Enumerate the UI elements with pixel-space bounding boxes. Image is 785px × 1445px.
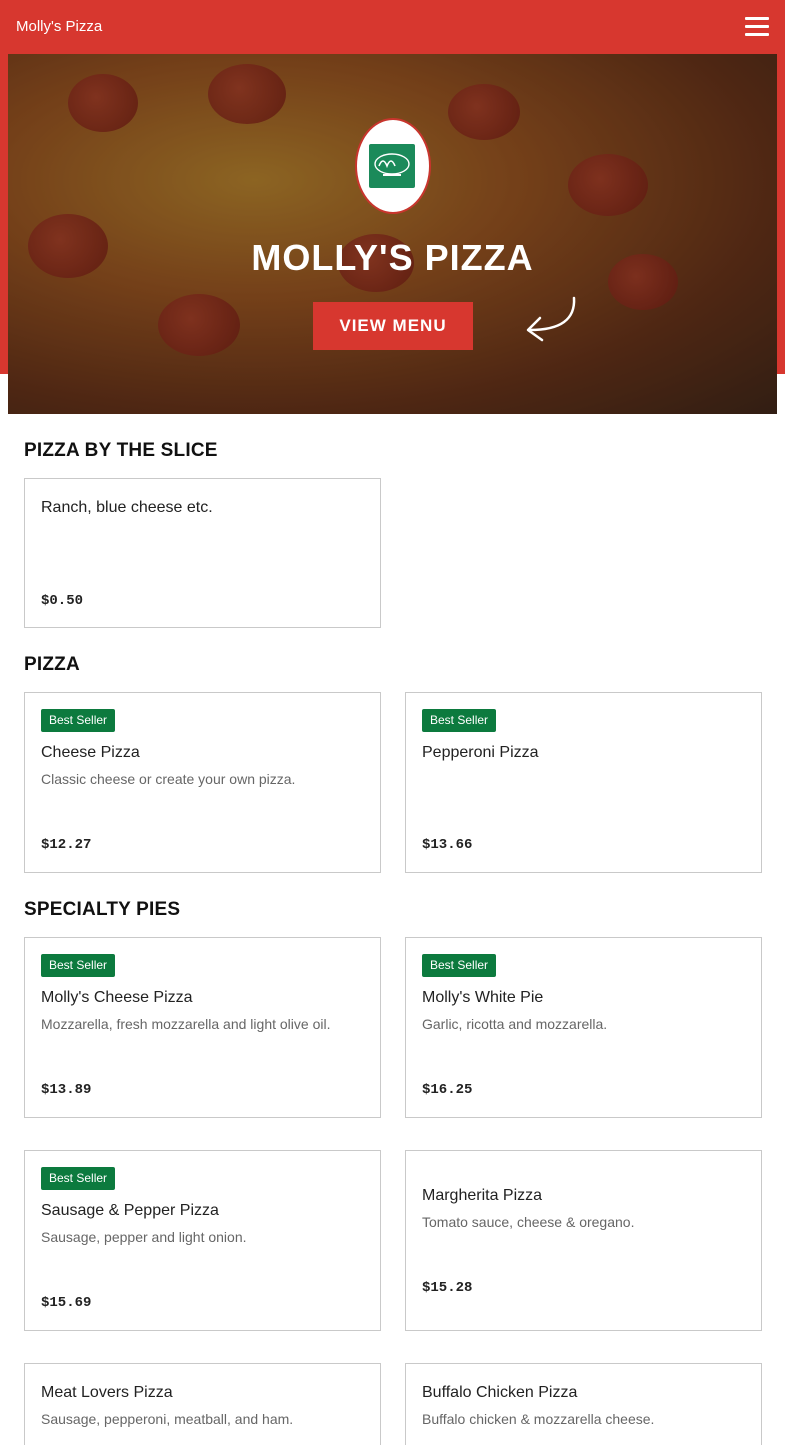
best-seller-badge: Best Seller	[422, 954, 497, 977]
menu-item-card[interactable]: Best Seller Molly's Cheese Pizza Mozzare…	[24, 937, 381, 1118]
curved-arrow-icon	[526, 296, 576, 342]
menu-item-card[interactable]: Ranch, blue cheese etc. $0.50	[24, 478, 381, 628]
item-price: $13.66	[422, 837, 473, 853]
item-description: Sausage, pepperoni, meatball, and ham.	[41, 1411, 294, 1427]
item-name: Margherita Pizza	[422, 1187, 543, 1204]
best-seller-badge: Best Seller	[41, 709, 116, 732]
item-price: $13.89	[41, 1082, 92, 1098]
hamburger-icon[interactable]	[745, 17, 769, 37]
brand-link[interactable]: Molly's Pizza	[16, 18, 102, 35]
item-name: Cheese Pizza	[41, 744, 140, 761]
section-title-slice: PIZZA BY THE SLICE	[24, 440, 218, 461]
item-name: Ranch, blue cheese etc.	[41, 499, 213, 516]
item-price: $15.28	[422, 1280, 473, 1296]
view-menu-button[interactable]: VIEW MENU	[313, 302, 473, 350]
menu-item-card[interactable]: Best Seller Sausage & Pepper Pizza Sausa…	[24, 1150, 381, 1331]
top-nav-bar: Molly's Pizza	[0, 0, 785, 54]
item-name: Buffalo Chicken Pizza	[422, 1384, 578, 1401]
hero-title: MOLLY'S PIZZA	[251, 237, 534, 278]
item-name: Pepperoni Pizza	[422, 744, 539, 761]
item-price: $16.25	[422, 1082, 473, 1098]
item-description: Buffalo chicken & mozzarella cheese.	[422, 1411, 655, 1427]
item-name: Sausage & Pepper Pizza	[41, 1202, 219, 1219]
menu-item-card[interactable]: Meat Lovers Pizza Sausage, pepperoni, me…	[24, 1363, 381, 1445]
item-description: Garlic, ricotta and mozzarella.	[422, 1016, 608, 1032]
item-price: $0.50	[41, 593, 84, 609]
item-description: Tomato sauce, cheese & oregano.	[422, 1214, 635, 1230]
best-seller-badge: Best Seller	[422, 709, 497, 732]
item-name: Molly's White Pie	[422, 989, 544, 1006]
section-title-specialty: SPECIALTY PIES	[24, 899, 181, 920]
item-name: Meat Lovers Pizza	[41, 1384, 173, 1401]
best-seller-badge: Best Seller	[41, 1167, 116, 1190]
item-description: Sausage, pepper and light onion.	[41, 1229, 247, 1245]
item-description: Classic cheese or create your own pizza.	[41, 771, 296, 787]
hero-overlay	[8, 54, 777, 414]
menu-item-card[interactable]: Best Seller Cheese Pizza Classic cheese …	[24, 692, 381, 873]
hero-banner: MOLLY'S PIZZA VIEW MENU	[8, 54, 777, 414]
item-price: $12.27	[41, 837, 92, 853]
item-description: Mozzarella, fresh mozzarella and light o…	[41, 1016, 331, 1032]
menu-item-card[interactable]: Buffalo Chicken Pizza Buffalo chicken & …	[405, 1363, 762, 1445]
menu-item-card[interactable]: Best Seller Pepperoni Pizza $13.66	[405, 692, 762, 873]
section-title-pizza: PIZZA	[24, 654, 80, 675]
logo-icon	[369, 144, 415, 188]
item-name: Molly's Cheese Pizza	[41, 989, 193, 1006]
menu-item-card[interactable]: Best Seller Molly's White Pie Garlic, ri…	[405, 937, 762, 1118]
item-price: $15.69	[41, 1295, 92, 1311]
best-seller-badge: Best Seller	[41, 954, 116, 977]
menu-item-card[interactable]: Margherita Pizza Tomato sauce, cheese & …	[405, 1150, 762, 1331]
